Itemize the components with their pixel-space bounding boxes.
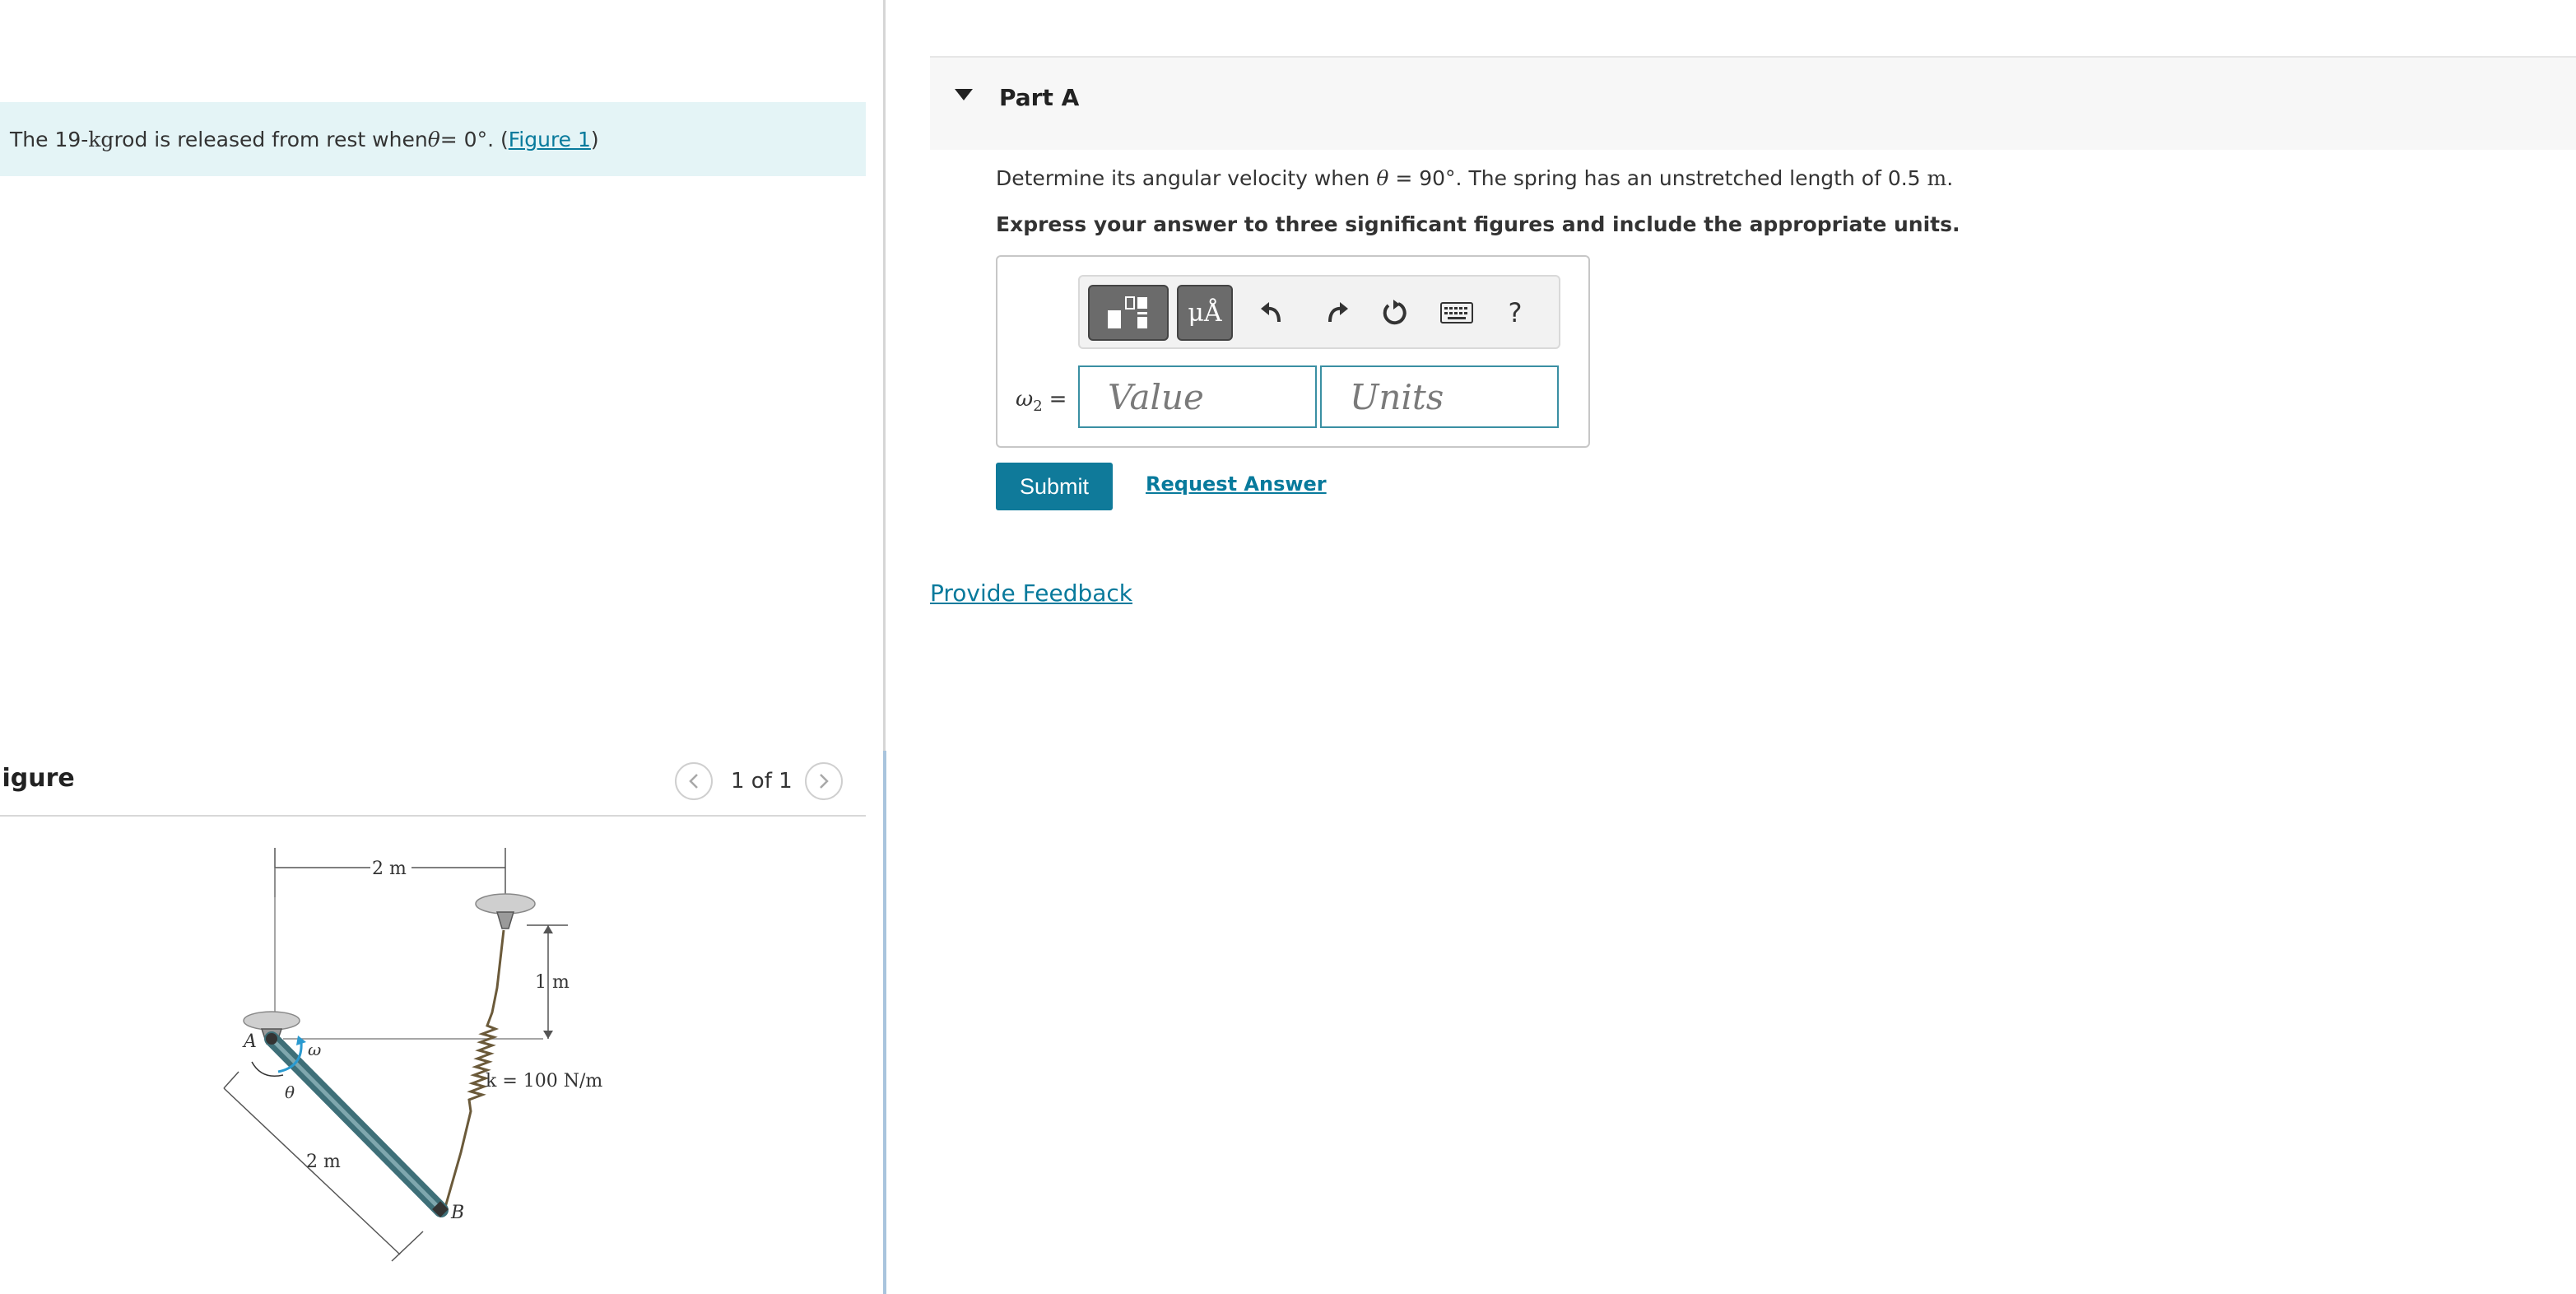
question-post: . [1946,166,1954,190]
part-a-header[interactable]: Part A [930,56,2576,150]
figure-header: Figure 1 of 1 [0,757,866,817]
undo-button[interactable] [1251,288,1295,337]
label-point-b: B [450,1203,464,1223]
figure-link[interactable]: Figure 1 [509,128,591,151]
label-spring: k = 100 N/m [486,1071,602,1092]
problem-text-post: ) [590,127,599,151]
question-text: Determine its angular velocity when θ = … [996,166,1953,190]
label-theta: θ [285,1082,295,1102]
undo-icon [1261,302,1281,323]
equals-sign: = [1049,387,1067,412]
keyboard-icon [1440,302,1473,324]
request-answer-link[interactable]: Request Answer [1146,472,1327,496]
problem-theta: θ [427,127,440,151]
answer-box: μÅ ? ω2 = [996,255,1590,448]
redo-icon [1328,302,1348,323]
redo-button[interactable] [1314,288,1358,337]
submit-button[interactable]: Submit [996,463,1113,510]
reset-icon [1383,300,1407,325]
omega-subscript: 2 [1033,398,1043,416]
chevron-left-icon [689,774,698,789]
instruction-text: Express your answer to three significant… [996,212,1960,236]
chevron-right-icon [820,774,829,789]
part-title: Part A [999,84,1080,111]
value-input[interactable] [1078,365,1317,428]
figure-count: 1 of 1 [731,769,793,794]
question-theta: θ [1376,166,1389,190]
templates-icon [1108,296,1147,328]
problem-mass-unit: kg [88,127,114,151]
problem-statement: The 19- kg rod is released from rest when… [0,102,866,176]
omega-symbol: ω [1016,387,1034,412]
label-point-a: A [242,1031,257,1052]
help-icon: ? [1508,297,1523,328]
problem-text-mid: rod is released from rest when [114,127,428,151]
pane-divider [883,751,886,1294]
problem-text-pre: The 19- [10,127,89,151]
question-unit: m [1927,166,1947,190]
label-omega: ω [308,1040,321,1059]
units-input[interactable] [1320,365,1559,428]
figure-diagram: 2 m 1 m A k = 100 N/m B ω θ 2 m [223,848,602,1262]
figure-title: Figure [0,764,75,793]
label-rod-length: 2 m [306,1152,341,1172]
problem-text-eq: = 0°. ( [439,127,509,151]
math-toolbar: μÅ ? [1078,275,1560,349]
question-pre: Determine its angular velocity when [996,166,1377,190]
reset-button[interactable] [1373,288,1417,337]
units-button[interactable]: μÅ [1177,285,1233,341]
keyboard-button[interactable] [1432,288,1481,337]
units-icon: μÅ [1188,298,1222,328]
question-eq: = 90°. The spring has an unstretched len… [1388,166,1927,190]
label-vertical: 1 m [535,972,570,993]
figure-prev-button[interactable] [675,762,713,800]
help-button[interactable]: ? [1493,288,1537,337]
provide-feedback-link[interactable]: Provide Feedback [930,580,1132,607]
figure-next-button[interactable] [805,762,843,800]
caret-down-icon [955,89,973,100]
templates-button[interactable] [1088,285,1169,341]
label-top-width: 2 m [372,859,407,879]
left-pane: The 19- kg rod is released from rest when… [0,0,886,1294]
answer-variable-label: ω2 = [1016,387,1067,415]
